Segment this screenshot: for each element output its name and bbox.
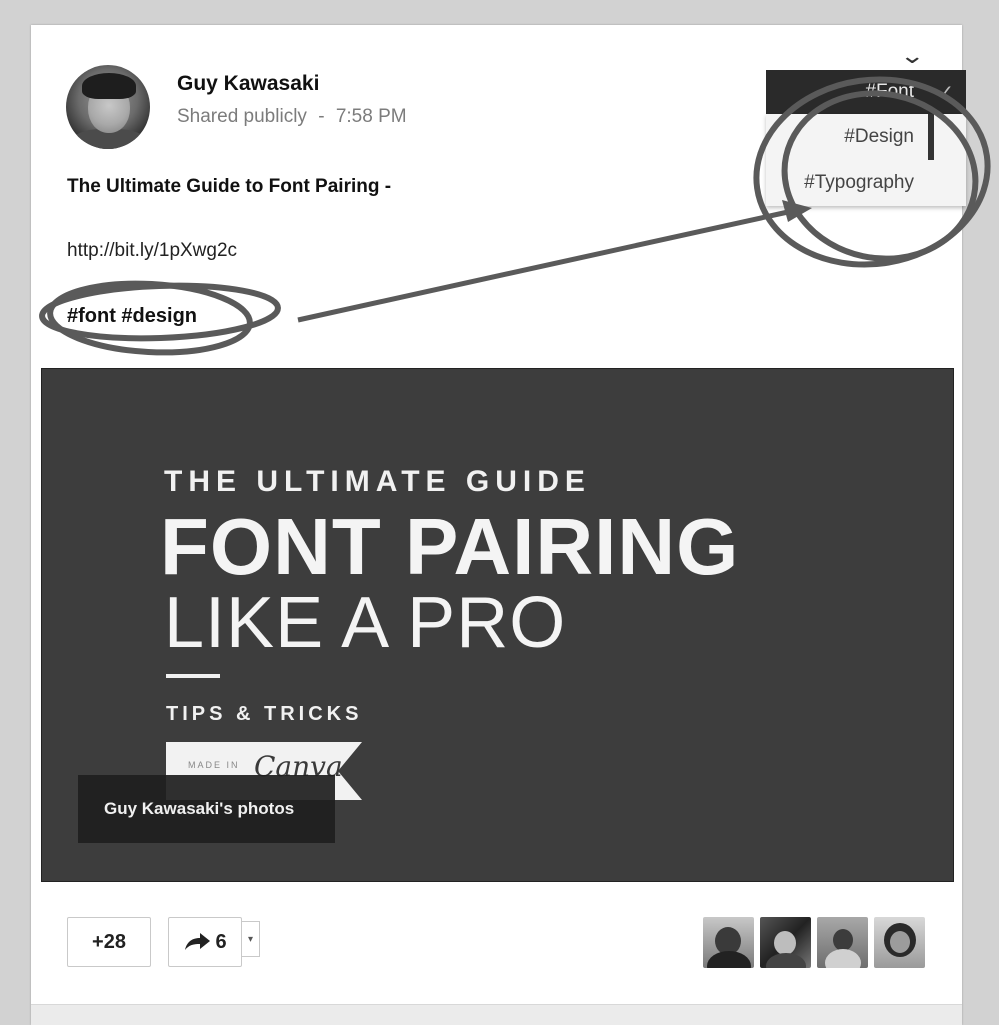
image-heading-small: THE ULTIMATE GUIDE [164, 465, 591, 498]
chevron-down-icon[interactable]: ⌄ [899, 45, 925, 67]
share-arrow-icon [185, 933, 211, 950]
meta-separator: - [318, 106, 325, 127]
post-time[interactable]: 7:58 PM [336, 106, 407, 127]
sharer-avatars [703, 917, 925, 968]
image-heading-large: FONT PAIRING [160, 502, 740, 591]
card-footer [31, 1004, 962, 1025]
image-divider [166, 674, 220, 678]
post-image[interactable]: THE ULTIMATE GUIDE FONT PAIRING LIKE A P… [41, 368, 954, 882]
plus-one-button[interactable]: +28 [67, 917, 151, 967]
post-title: The Ultimate Guide to Font Pairing - [67, 176, 392, 197]
post-meta: Shared publicly - 7:58 PM [177, 106, 407, 128]
hashtag-selected-label: #Font [865, 81, 914, 102]
photo-album-caption[interactable]: Guy Kawasaki's photos [78, 775, 335, 843]
avatar[interactable] [66, 65, 150, 149]
sharer-avatar[interactable] [874, 917, 925, 968]
visibility-label[interactable]: Shared publicly [177, 106, 307, 127]
share-dropdown-toggle[interactable]: ▾ [242, 921, 260, 957]
hashtag-option-typography[interactable]: #Typography [766, 160, 966, 206]
post-hashtags[interactable]: #font #design [67, 305, 197, 328]
hashtag-selected[interactable]: #Font ✓ [766, 70, 966, 114]
sharer-avatar[interactable] [760, 917, 811, 968]
post-link[interactable]: http://bit.ly/1pXwg2c [67, 240, 237, 262]
image-subheading: TIPS & TRICKS [166, 703, 363, 725]
sharer-avatar[interactable] [703, 917, 754, 968]
dropdown-scrollbar[interactable] [928, 114, 934, 160]
checkmark-icon: ✓ [937, 82, 954, 104]
badge-made-in: MADE IN [188, 760, 240, 770]
hashtag-option-design[interactable]: #Design [766, 114, 966, 160]
author-name[interactable]: Guy Kawasaki [177, 72, 319, 96]
hashtag-dropdown[interactable]: #Font ✓ #Design #Typography [766, 70, 966, 206]
share-count: 6 [215, 930, 227, 953]
sharer-avatar[interactable] [817, 917, 868, 968]
image-heading-light: LIKE A PRO [164, 583, 567, 663]
share-button[interactable]: 6 [168, 917, 242, 967]
hashtag-options: #Design #Typography [766, 114, 966, 206]
